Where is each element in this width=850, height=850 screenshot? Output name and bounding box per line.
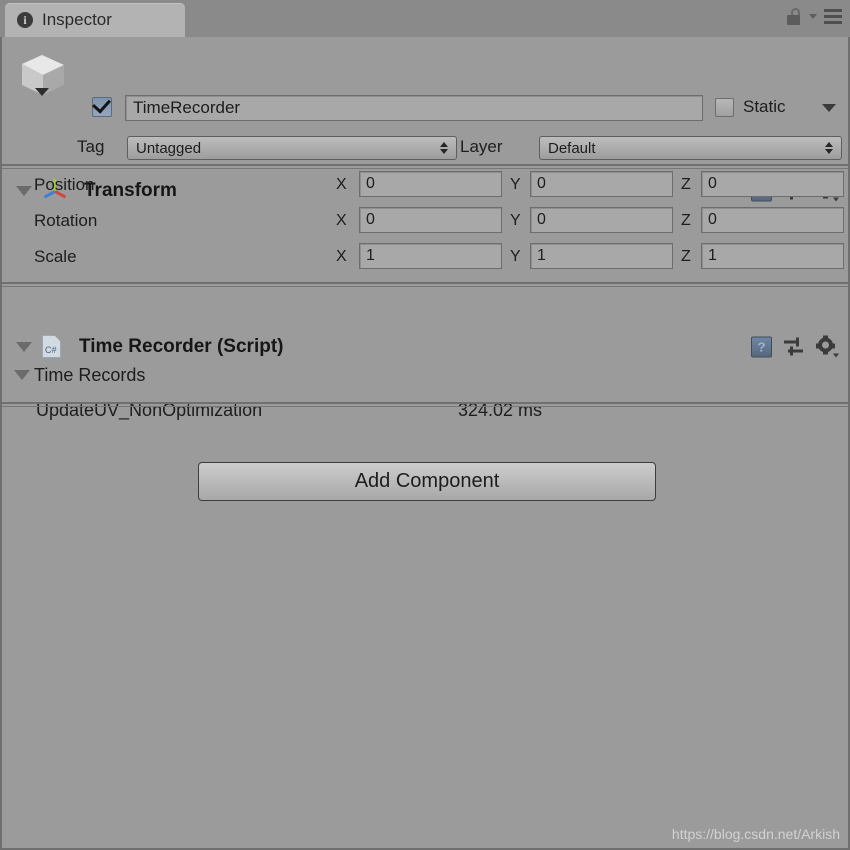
- gameobject-active-checkbox[interactable]: [92, 94, 112, 117]
- axis-letter-y: Y: [510, 248, 521, 265]
- axis-letter-z: Z: [681, 248, 691, 265]
- divider: [2, 402, 848, 404]
- scale-y-input[interactable]: 1: [530, 243, 673, 269]
- layer-label: Layer: [460, 137, 503, 156]
- position-z-input[interactable]: 0: [701, 171, 844, 197]
- foldout-arrow-icon[interactable]: [16, 185, 32, 196]
- rotation-x-input[interactable]: 0: [359, 207, 502, 233]
- axis-letter-y: Y: [510, 176, 521, 193]
- foldout-arrow-icon-time-records[interactable]: [14, 370, 30, 380]
- static-checkbox[interactable]: [715, 98, 734, 117]
- position-y-input[interactable]: 0: [530, 171, 673, 197]
- axis-letter-x: X: [336, 212, 347, 229]
- rotation-y-input[interactable]: 0: [530, 207, 673, 233]
- csharp-script-icon: C#: [42, 335, 61, 358]
- time-records-label: Time Records: [34, 365, 146, 385]
- static-dropdown-caret-icon[interactable]: [822, 104, 836, 112]
- layer-dropdown-value: Default: [548, 139, 596, 157]
- transform-row-label: Position: [34, 175, 95, 194]
- hamburger-menu-icon[interactable]: [824, 9, 842, 24]
- rotation-z-input[interactable]: 0: [701, 207, 844, 233]
- divider: [2, 164, 848, 166]
- add-component-button[interactable]: Add Component: [198, 462, 656, 501]
- divider: [2, 282, 848, 284]
- chevron-down-icon[interactable]: [809, 14, 817, 19]
- info-circle-icon: i: [17, 12, 33, 28]
- updown-arrows-icon: [440, 142, 448, 154]
- tab-inspector-label: Inspector: [42, 10, 112, 29]
- axis-letter-y: Y: [510, 212, 521, 229]
- divider: [2, 406, 848, 407]
- gear-icon[interactable]: [816, 335, 839, 358]
- layer-dropdown[interactable]: Default: [539, 136, 842, 160]
- updown-arrows-icon: [825, 142, 833, 154]
- axis-letter-z: Z: [681, 212, 691, 229]
- tab-strip: i Inspector: [0, 0, 850, 37]
- divider: [2, 168, 848, 169]
- component-tools: ?: [751, 335, 839, 358]
- cube-dropdown-caret-icon[interactable]: [35, 88, 49, 96]
- gameobject-header: TimeRecorder Static Tag Untagged Layer D…: [2, 37, 848, 160]
- foldout-arrow-icon[interactable]: [16, 341, 32, 352]
- axis-letter-z: Z: [681, 176, 691, 193]
- scale-z-input[interactable]: 1: [701, 243, 844, 269]
- tab-tools: [787, 8, 842, 25]
- position-x-input[interactable]: 0: [359, 171, 502, 197]
- tag-dropdown-value: Untagged: [136, 139, 202, 157]
- scale-x-input[interactable]: 1: [359, 243, 502, 269]
- static-label: Static: [743, 97, 786, 116]
- watermark: https://blog.csdn.net/Arkish: [671, 826, 840, 842]
- inspector-window: i Inspector TimeRecorder Static Tag Unta…: [0, 0, 850, 850]
- transform-row-label: Rotation: [34, 211, 98, 230]
- tab-inspector[interactable]: i Inspector: [5, 3, 185, 37]
- tag-label: Tag: [77, 137, 105, 156]
- axis-letter-x: X: [336, 248, 347, 265]
- component-title: Transform: [84, 179, 177, 201]
- axis-letter-x: X: [336, 176, 347, 193]
- component-title: Time Recorder (Script): [79, 335, 284, 357]
- help-book-icon[interactable]: ?: [751, 336, 772, 357]
- divider: [2, 286, 848, 287]
- preset-sliders-icon[interactable]: [784, 337, 804, 356]
- gameobject-name-input[interactable]: TimeRecorder: [125, 95, 703, 121]
- inspector-panel: TimeRecorder Static Tag Untagged Layer D…: [0, 37, 850, 850]
- padlock-icon[interactable]: [787, 8, 802, 25]
- component-header-time-recorder[interactable]: C# Time Recorder (Script) ?: [2, 330, 848, 363]
- transform-row-label: Scale: [34, 247, 77, 266]
- tag-dropdown[interactable]: Untagged: [127, 136, 457, 160]
